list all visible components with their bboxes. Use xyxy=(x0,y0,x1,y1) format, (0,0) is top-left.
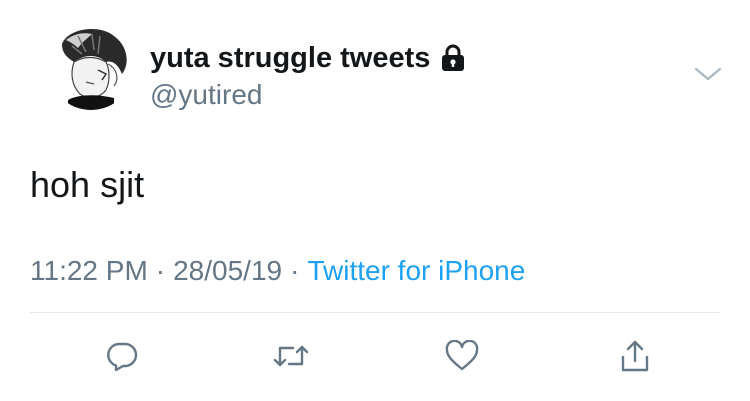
avatar[interactable] xyxy=(48,24,134,110)
action-bar xyxy=(0,334,750,378)
like-button[interactable] xyxy=(440,334,484,378)
heart-icon xyxy=(445,340,479,371)
meta-separator: · xyxy=(155,255,166,286)
tweet-text: hoh sjit xyxy=(30,164,145,205)
tweet-time: 11:22 PM xyxy=(30,255,148,286)
reply-icon xyxy=(107,342,138,372)
reply-button[interactable] xyxy=(100,334,144,378)
retweet-button[interactable] xyxy=(269,334,313,378)
tweet-source-link[interactable]: Twitter for iPhone xyxy=(307,255,525,286)
tweet-meta: 11:22 PM · 28/05/19 · Twitter for iPhone xyxy=(30,254,525,288)
chevron-down-icon[interactable] xyxy=(693,63,723,85)
tweet-card: yuta struggle tweets @yutired hoh sjit 1… xyxy=(0,0,750,401)
display-name[interactable]: yuta struggle tweets xyxy=(150,40,466,76)
share-icon xyxy=(621,340,649,372)
lock-icon xyxy=(440,43,466,73)
display-name-text: yuta struggle tweets xyxy=(150,42,431,74)
user-handle[interactable]: @yutired xyxy=(150,78,262,112)
meta-separator: · xyxy=(290,255,300,286)
tweet-date: 28/05/19 xyxy=(173,255,283,286)
share-button[interactable] xyxy=(613,334,657,378)
divider xyxy=(30,312,720,313)
retweet-icon xyxy=(273,345,309,367)
